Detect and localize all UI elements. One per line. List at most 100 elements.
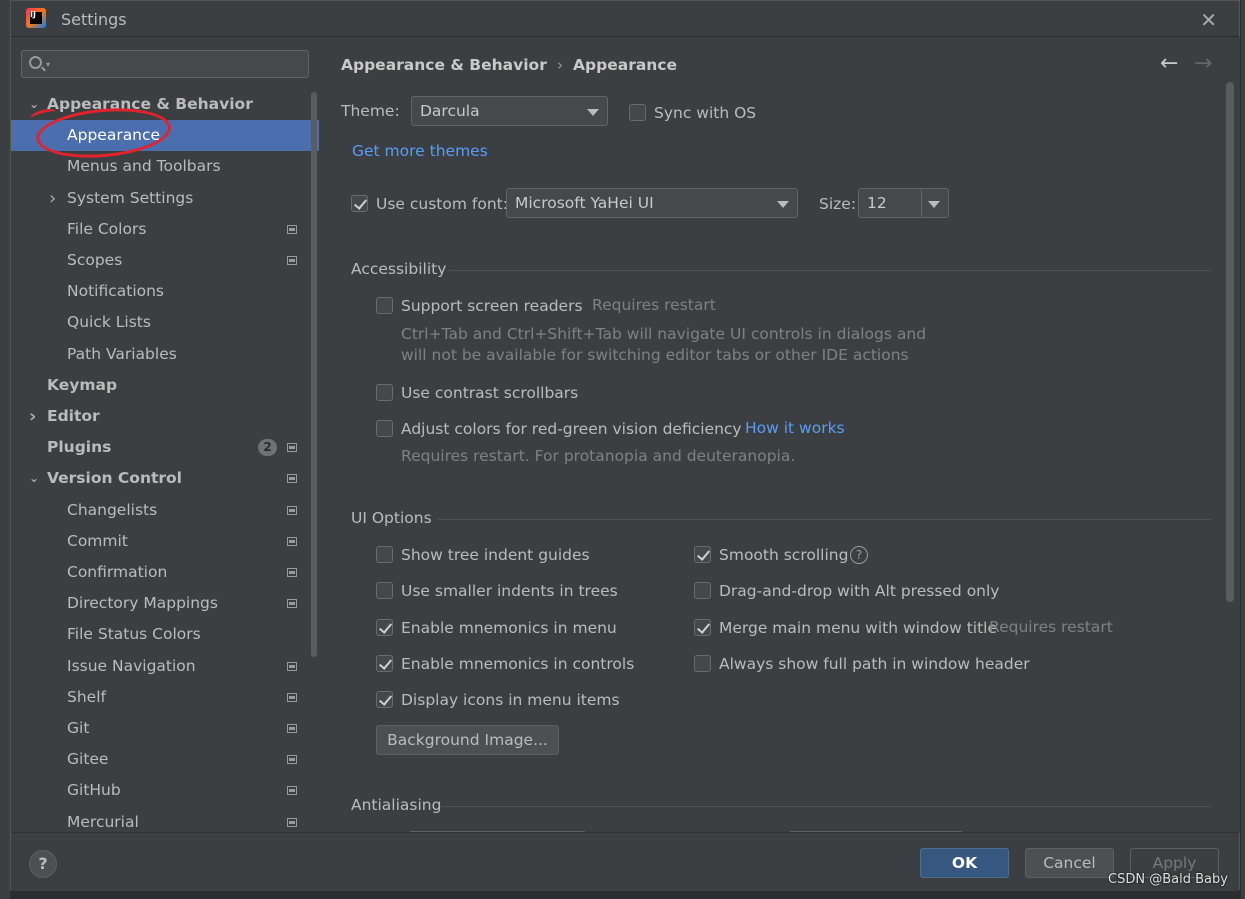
- ui-option-checkbox[interactable]: [694, 546, 711, 563]
- sync-with-os-checkbox[interactable]: [629, 104, 646, 121]
- font-size-divider: [921, 189, 922, 217]
- project-level-icon: [287, 224, 297, 234]
- sidebar-item-label: Notifications: [67, 282, 165, 301]
- ui-option-label: Merge main menu with window title: [719, 619, 998, 637]
- sidebar-scrollbar[interactable]: [311, 92, 317, 657]
- ui-option-checkbox[interactable]: [694, 582, 711, 599]
- sidebar-item-label: Quick Lists: [67, 313, 151, 332]
- sidebar-item[interactable]: Issue Navigation: [11, 651, 319, 682]
- accessibility-divider: [449, 270, 1211, 271]
- ui-option-label: Display icons in menu items: [401, 691, 620, 709]
- theme-select[interactable]: Darcula: [411, 96, 608, 126]
- breadcrumb: Appearance & Behavior › Appearance: [341, 56, 677, 74]
- search-history-caret-icon[interactable]: ▾: [46, 60, 50, 69]
- forward-arrow-icon[interactable]: →: [1194, 51, 1212, 76]
- chevron-down-icon: [587, 109, 599, 116]
- sidebar-item[interactable]: Directory Mappings: [11, 588, 319, 619]
- font-select-value: Microsoft YaHei UI: [515, 194, 654, 212]
- sidebar-item[interactable]: Commit: [11, 526, 319, 557]
- title-bar: IJ Settings ✕: [11, 1, 1239, 37]
- sidebar-item[interactable]: Confirmation: [11, 557, 319, 588]
- color-deficiency-checkbox[interactable]: [376, 420, 393, 437]
- sidebar-item[interactable]: Git: [11, 713, 319, 744]
- breadcrumb-parent[interactable]: Appearance & Behavior: [341, 56, 547, 74]
- sidebar-item[interactable]: ⌄ Version Control: [11, 463, 319, 494]
- sidebar-item-label: Editor: [47, 407, 100, 425]
- ok-button[interactable]: OK: [920, 848, 1009, 878]
- sidebar-item-label: Menus and Toolbars: [67, 157, 221, 176]
- intellij-idea-icon: [26, 8, 46, 28]
- update-count-badge: 2: [258, 439, 277, 457]
- search-icon: [29, 56, 42, 69]
- sidebar-item[interactable]: Gitee: [11, 744, 319, 775]
- sidebar-item[interactable]: GitHub: [11, 775, 319, 806]
- accessibility-section-title: Accessibility: [351, 260, 447, 278]
- ui-option-label: Always show full path in window header: [719, 655, 1030, 673]
- ui-options-divider: [438, 519, 1211, 520]
- get-more-themes-link[interactable]: Get more themes: [352, 142, 488, 160]
- sidebar-item[interactable]: › Editor: [11, 401, 319, 432]
- search-input[interactable]: ▾: [21, 50, 309, 78]
- sidebar-item[interactable]: › System Settings: [11, 183, 319, 214]
- font-size-value[interactable]: 12: [867, 194, 887, 212]
- font-select[interactable]: Microsoft YaHei UI: [506, 188, 798, 218]
- sidebar-item-label: File Status Colors: [67, 625, 201, 644]
- sidebar-item-label: Directory Mappings: [67, 594, 218, 613]
- intellij-idea-icon-glyph: IJ: [30, 10, 36, 19]
- sidebar-item-label: Gitee: [67, 750, 109, 769]
- project-level-icon: [287, 755, 297, 765]
- project-level-icon: [287, 568, 297, 577]
- sidebar-item[interactable]: Quick Lists: [11, 307, 319, 338]
- ui-option-label: Show tree indent guides: [401, 546, 590, 564]
- settings-dialog: IJ Settings ✕ ▾ ⌄ Appearance & Behavior Ap…: [10, 0, 1240, 891]
- sidebar-item[interactable]: Keymap: [11, 370, 319, 401]
- sidebar-item[interactable]: ⌄ Appearance & Behavior: [11, 89, 319, 120]
- sidebar-item-label: Shelf: [67, 687, 106, 706]
- ui-option-checkbox[interactable]: [376, 582, 393, 599]
- breadcrumb-current: Appearance: [573, 56, 678, 74]
- ui-option-checkbox[interactable]: [376, 619, 393, 636]
- support-screen-readers-checkbox[interactable]: [376, 297, 393, 314]
- contrast-scrollbars-label: Use contrast scrollbars: [401, 384, 579, 402]
- sidebar-item-label: Git: [67, 719, 90, 737]
- main-scrollbar[interactable]: [1226, 82, 1234, 602]
- close-icon[interactable]: ✕: [1200, 8, 1217, 32]
- ui-option-checkbox[interactable]: [694, 655, 711, 672]
- contrast-scrollbars-checkbox[interactable]: [376, 384, 393, 401]
- chevron-down-icon[interactable]: ⌄: [29, 463, 39, 494]
- cancel-button[interactable]: Cancel: [1025, 848, 1114, 878]
- sidebar-item[interactable]: Plugins 2: [11, 432, 319, 463]
- chevron-right-icon[interactable]: ›: [49, 183, 56, 214]
- chevron-down-icon[interactable]: ⌄: [29, 89, 39, 120]
- sidebar-item[interactable]: File Status Colors: [11, 619, 319, 650]
- project-level-icon: [287, 661, 297, 671]
- help-icon[interactable]: ?: [850, 546, 868, 564]
- sidebar-item[interactable]: File Colors: [11, 214, 319, 245]
- sidebar-item[interactable]: Path Variables: [11, 339, 319, 370]
- project-level-icon: [287, 692, 297, 702]
- chevron-right-icon[interactable]: ›: [29, 401, 36, 432]
- project-level-icon: [287, 817, 297, 827]
- sidebar-item[interactable]: Notifications: [11, 276, 319, 307]
- use-custom-font-checkbox[interactable]: [351, 195, 368, 212]
- how-it-works-link[interactable]: How it works: [745, 419, 845, 437]
- sidebar-item[interactable]: Shelf: [11, 682, 319, 713]
- background-image-button[interactable]: Background Image...: [376, 725, 559, 755]
- ui-option-checkbox[interactable]: [376, 655, 393, 672]
- help-button[interactable]: ?: [29, 850, 57, 878]
- ui-option-checkbox[interactable]: [376, 691, 393, 708]
- ui-option-checkbox[interactable]: [694, 619, 711, 636]
- ui-option-label: Drag-and-drop with Alt pressed only: [719, 582, 1000, 600]
- sidebar-item[interactable]: Changelists: [11, 495, 319, 526]
- chevron-down-icon: [928, 201, 940, 208]
- ui-option-checkbox[interactable]: [376, 546, 393, 563]
- project-level-icon: [287, 786, 297, 796]
- color-deficiency-label: Adjust colors for red-green vision defic…: [401, 420, 742, 438]
- sidebar-item[interactable]: Scopes: [11, 245, 319, 276]
- sidebar-item-label: System Settings: [67, 188, 194, 207]
- back-arrow-icon[interactable]: ←: [1160, 51, 1178, 76]
- sidebar-item[interactable]: Appearance: [11, 120, 319, 152]
- sidebar-item-label: Scopes: [67, 251, 123, 269]
- font-size-select[interactable]: 12: [858, 188, 949, 218]
- sidebar-item[interactable]: Menus and Toolbars: [11, 151, 319, 182]
